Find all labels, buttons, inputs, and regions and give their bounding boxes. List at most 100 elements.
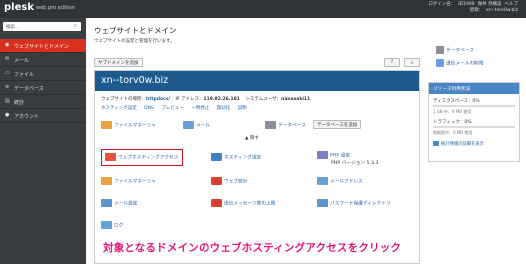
mail-limit-link[interactable]: 送信メッセージ数の上限 [211, 199, 275, 209]
right-mail-limit-link[interactable]: 送信メールの制限 [436, 59, 484, 69]
php-icon [317, 151, 328, 159]
link-label: 統計情報の詳細を表示 [441, 142, 484, 147]
collapse-toggle[interactable]: ▲ 隠す [245, 135, 259, 141]
link-label: 送信メールの制限 [446, 61, 484, 67]
login-label: ログイン名： [428, 2, 456, 7]
search-button[interactable]: ⌕ [404, 58, 420, 67]
tool-label: 送信メッセージ数の上限 [224, 201, 276, 207]
right-links: データベース 送信メールの制限 [428, 42, 520, 76]
traffic-usage-detail: 無制限中、0 MB 使用 [433, 130, 473, 135]
mail-limit-icon [211, 199, 222, 207]
sidebar-item-stats[interactable]: ▤ 統計 [0, 95, 86, 109]
sidebar-item-label: アカウント [14, 114, 40, 120]
sidebar-item-files[interactable]: ▭ ファイル [0, 67, 86, 81]
login-id[interactable]: ID1999 [458, 2, 474, 7]
help-link[interactable]: ヘルプ [505, 2, 519, 7]
database-icon [265, 121, 276, 129]
help-button[interactable]: ? [384, 58, 400, 67]
folder-icon: ▭ [5, 70, 10, 76]
password-directory-link[interactable]: パスワード保護ディレクトリ [317, 199, 391, 209]
stats-icon: ▤ [5, 98, 10, 104]
mail-limit-icon [436, 59, 444, 67]
user-info: ログイン名： ID1999 保井 奈緒美 ヘルプ 登録： xn--torv0w.biz [425, 2, 518, 14]
quicklink-preview[interactable]: プレビュー [161, 106, 184, 111]
right-database-link[interactable]: データベース [436, 46, 474, 56]
tool-label: メール [196, 123, 211, 129]
subscription-label: 登録： [469, 8, 484, 13]
password-dir-icon [317, 199, 328, 207]
account-icon: ● [5, 112, 10, 118]
file-manager-tool[interactable]: ファイルマネージャ [101, 177, 156, 187]
tool-label: PHP 設定 [330, 153, 351, 159]
web-hosting-access-link[interactable]: ウェブホスティングアクセス [105, 153, 178, 163]
traffic-usage-bar [433, 126, 515, 128]
disk-usage-detail: 1 GB 中、0 MB 使用 [433, 109, 472, 114]
link-label: データベース [446, 48, 474, 54]
search-icon: ⌕ [410, 61, 414, 66]
ip-value: 119.82.26.181 [203, 97, 240, 102]
mail-icon: ✉ [5, 56, 10, 62]
hosting-settings-link[interactable]: ホスティング設定 [211, 153, 261, 163]
tool-label: メールアドレス [330, 179, 363, 185]
mail-address-link[interactable]: メールアドレス [317, 177, 363, 187]
search-icon[interactable]: ⌕ [74, 23, 84, 29]
search-input[interactable]: 検索... [3, 22, 81, 31]
log-link[interactable]: ログ [101, 221, 123, 231]
database-link[interactable]: データベース [265, 121, 306, 131]
sidebar: 検索... ⌕ ◉ ウェブサイトとドメイン ✉ メール ▭ ファイル ≡ データ… [0, 18, 86, 264]
subscription-domain[interactable]: xn--torv0w.biz [486, 8, 518, 13]
top-bar: plesk web pro edition ログイン名： ID1999 保井 奈緒美… [0, 0, 526, 18]
mail-address-icon [317, 177, 328, 185]
site-location-link[interactable]: httpdocs/ [146, 97, 170, 102]
web-stats-link[interactable]: ウェブ統計 [211, 177, 247, 187]
quicklinks: ホスティング設定 DNS プレビュー 一時停止 無効化 説明 [101, 105, 253, 111]
disk-usage-label: ディスクスペース：0% [433, 99, 480, 104]
page-title: ウェブサイトとドメイン [94, 26, 177, 35]
add-subdomain-button[interactable]: サブドメインを追加 [94, 58, 143, 67]
tool-label: ウェブホスティングアクセス [118, 155, 179, 161]
resource-usage-box: リソース利用状況 ディスクスペース：0% 1 GB 中、0 MB 使用 トラフィ… [428, 82, 520, 162]
log-icon [101, 221, 112, 229]
stats-icon [433, 141, 439, 146]
tool-label: ログ [114, 223, 124, 229]
domain-title[interactable]: xn--torv0w.biz [95, 71, 419, 91]
file-manager-link[interactable]: ファイルマネージャ [101, 121, 156, 131]
tool-label: パスワード保護ディレクトリ [330, 201, 391, 207]
sidebar-item-label: 統計 [14, 100, 25, 106]
web-stats-icon [211, 177, 222, 185]
quicklink-suspend[interactable]: 一時停止 [191, 106, 209, 111]
sidebar-item-databases[interactable]: ≡ データベース [0, 81, 86, 95]
hosting-access-icon [105, 153, 116, 161]
sidebar-item-label: メール [14, 58, 30, 64]
quicklink-disable[interactable]: 無効化 [217, 106, 231, 111]
plesk-logo: plesk [4, 2, 34, 13]
tool-label: ホスティング設定 [224, 155, 262, 161]
add-database-button[interactable]: データベースを追加 [313, 120, 362, 129]
tool-label: ウェブ統計 [224, 179, 248, 185]
mail-settings-icon [101, 199, 112, 207]
sidebar-item-label: ウェブサイトとドメイン [14, 44, 70, 50]
ip-label: IP アドレス： [175, 97, 204, 102]
quicklink-description[interactable]: 説明 [238, 106, 247, 111]
sidebar-item-account[interactable]: ● アカウント [0, 109, 86, 123]
site-location-label: ウェブサイトの場所： [101, 97, 146, 102]
hosting-settings-icon [211, 153, 222, 161]
sysuser-value: nanasaki11 [281, 97, 311, 102]
quicklink-hosting[interactable]: ホスティング設定 [101, 106, 137, 111]
page-description: ウェブサイトの設定と管理を行います。 [94, 39, 175, 44]
tool-label: データベース [278, 123, 306, 129]
mail-settings-link[interactable]: メール設定 [101, 199, 137, 209]
stats-details-link[interactable]: 統計情報の詳細を表示 [433, 141, 484, 151]
tool-label: メール設定 [114, 201, 138, 207]
mail-link[interactable]: メール [183, 121, 210, 131]
tool-label: ファイルマネージャ [114, 179, 156, 185]
sysuser-label: システムユーザ： [245, 97, 282, 102]
sidebar-item-websites[interactable]: ◉ ウェブサイトとドメイン [0, 39, 86, 53]
disk-usage-bar [433, 105, 515, 107]
traffic-usage-label: トラフィック：0% [433, 120, 472, 125]
sidebar-item-mail[interactable]: ✉ メール [0, 53, 86, 67]
user-name[interactable]: 保井 奈緒美 [478, 2, 502, 7]
database-icon [436, 46, 444, 54]
sidebar-item-label: ファイル [14, 72, 35, 78]
quicklink-dns[interactable]: DNS [144, 106, 154, 111]
